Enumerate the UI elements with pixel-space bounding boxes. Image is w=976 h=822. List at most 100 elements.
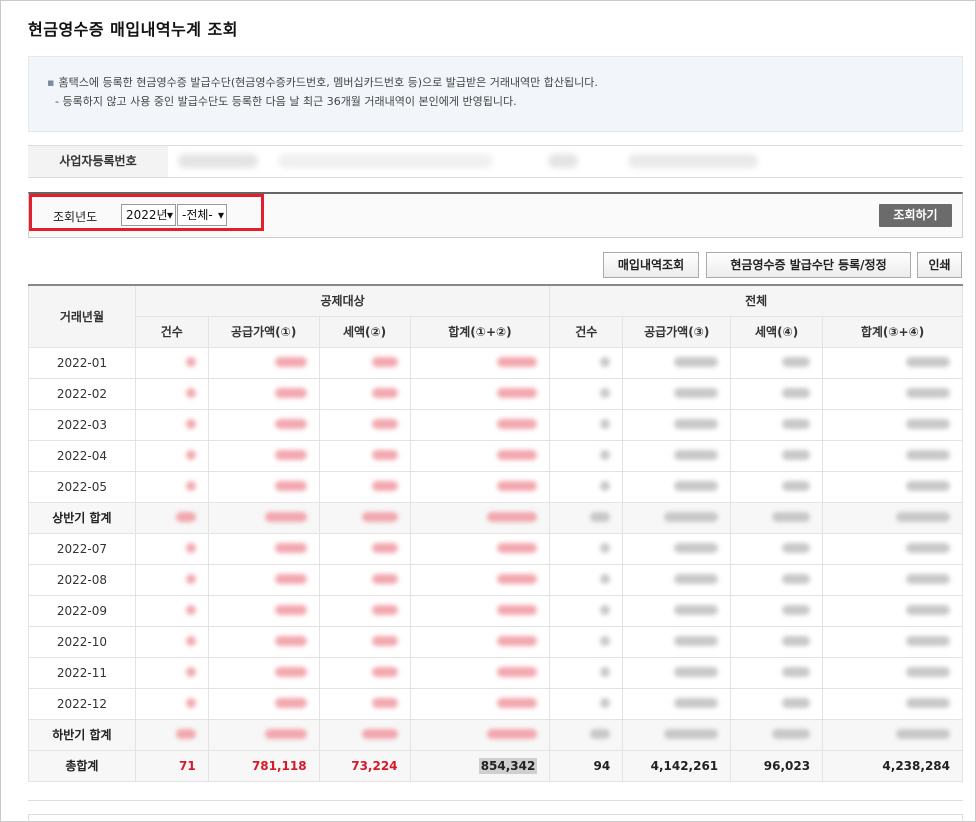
- month-cell: 하반기 합계: [28, 718, 136, 751]
- masked-value-cell: [134, 470, 209, 503]
- masked-value: [600, 635, 611, 646]
- masked-value-cell: [549, 377, 624, 410]
- masked-value: [185, 666, 196, 677]
- masked-value-cell: [549, 346, 624, 379]
- table-row: 2022-02: [28, 377, 963, 410]
- masked-value-cell: [730, 346, 824, 379]
- group-all-header: 전체: [549, 284, 963, 317]
- col-all-header: 건수: [549, 315, 624, 348]
- column-headers: 건수 공급가액(①) 세액(②) 합계(①+②) 건수 공급가액(③) 세액(④) 합계(③+…: [29, 315, 963, 348]
- masked-value: [600, 480, 611, 491]
- masked-value-cell: [207, 718, 320, 751]
- masked-value-cell: [318, 656, 411, 689]
- masked-value-cell: [822, 377, 963, 410]
- masked-value-cell: [822, 470, 963, 503]
- masked-value-cell: [549, 656, 624, 689]
- masked-value-cell: [318, 594, 411, 627]
- masked-value-cell: [409, 377, 551, 410]
- masked-value-cell: [207, 346, 320, 379]
- masked-value: [906, 542, 950, 553]
- masked-value: [185, 387, 196, 398]
- masked-value-cell: [549, 532, 624, 565]
- total-all-count: 94: [549, 749, 624, 782]
- masked-value: [185, 604, 196, 615]
- masked-value-cell: [730, 594, 824, 627]
- masked-value: [497, 449, 538, 460]
- masked-value: [371, 697, 398, 708]
- masked-value: [371, 449, 398, 460]
- masked-value: [497, 635, 538, 646]
- total-deductible-tax: 73,224: [318, 749, 411, 782]
- masked-value-cell: [409, 408, 551, 441]
- masked-value-cell: [134, 563, 209, 596]
- table-body: 2022-01 2022-02 2022-03 2022-04 2022-05 상반기 합…: [28, 346, 963, 751]
- masked-value: [361, 728, 398, 739]
- masked-value: [896, 511, 950, 522]
- masked-value-cell: [822, 625, 963, 658]
- masked-value-cell: [622, 532, 732, 565]
- month-cell: 2022-10: [28, 625, 136, 658]
- masked-value: [782, 449, 811, 460]
- masked-value: [906, 697, 950, 708]
- page-title: 현금영수증 매입내역누계 조회: [28, 20, 239, 39]
- masked-value: [371, 480, 398, 491]
- masked-value: [674, 573, 719, 584]
- masked-value: [772, 511, 811, 522]
- masked-value: [906, 604, 950, 615]
- masked-value-cell: [134, 687, 209, 720]
- masked-value-cell: [409, 346, 551, 379]
- masked-value: [906, 449, 950, 460]
- masked-value: [274, 480, 307, 491]
- masked-value: [772, 728, 811, 739]
- masked-value: [782, 666, 811, 677]
- masked-value-cell: [409, 656, 551, 689]
- business-detail-masked: [628, 154, 758, 168]
- masked-value-cell: [318, 687, 411, 720]
- masked-value-cell: [318, 563, 411, 596]
- table-row: 2022-04: [28, 439, 963, 472]
- masked-value: [896, 728, 950, 739]
- print-button[interactable]: 인쇄: [917, 252, 962, 278]
- masked-value-cell: [134, 532, 209, 565]
- masked-value-cell: [318, 346, 411, 379]
- masked-value: [674, 387, 719, 398]
- masked-value: [590, 728, 611, 739]
- masked-value: [274, 573, 307, 584]
- masked-value-cell: [730, 687, 824, 720]
- masked-value: [674, 666, 719, 677]
- masked-value: [185, 697, 196, 708]
- masked-value: [782, 356, 811, 367]
- masked-value: [497, 573, 538, 584]
- masked-value: [674, 480, 719, 491]
- masked-value-cell: [207, 563, 320, 596]
- masked-value-cell: [207, 656, 320, 689]
- col-deductible-header: 합계(①+②): [409, 315, 551, 348]
- masked-value-cell: [822, 532, 963, 565]
- col-deductible-header: 세액(②): [318, 315, 411, 348]
- masked-value-cell: [318, 408, 411, 441]
- masked-value-cell: [822, 563, 963, 596]
- masked-value-cell: [318, 718, 411, 751]
- masked-value: [274, 418, 307, 429]
- masked-value: [371, 635, 398, 646]
- total-deductible-sum-cell: 854,342: [409, 749, 551, 782]
- masked-value: [674, 542, 719, 553]
- purchase-query-button[interactable]: 매입내역조회: [603, 252, 699, 278]
- masked-value: [264, 511, 307, 522]
- masked-value-cell: [549, 594, 624, 627]
- col-all-header: 공급가액(③): [622, 315, 732, 348]
- register-means-button[interactable]: 현금영수증 발급수단 등록/정정: [706, 252, 911, 278]
- masked-value-cell: [622, 594, 732, 627]
- masked-value: [371, 604, 398, 615]
- masked-value: [674, 418, 719, 429]
- masked-value: [264, 728, 307, 739]
- masked-value-cell: [730, 501, 824, 534]
- masked-value-cell: [730, 532, 824, 565]
- masked-value-cell: [207, 408, 320, 441]
- masked-value: [497, 480, 538, 491]
- grand-total-row: 총합계 71 781,118 73,224 854,342 94 4,142,2…: [28, 749, 963, 782]
- masked-value: [906, 480, 950, 491]
- month-cell: 2022-01: [28, 346, 136, 379]
- masked-value-cell: [134, 656, 209, 689]
- search-button[interactable]: 조회하기: [879, 204, 952, 227]
